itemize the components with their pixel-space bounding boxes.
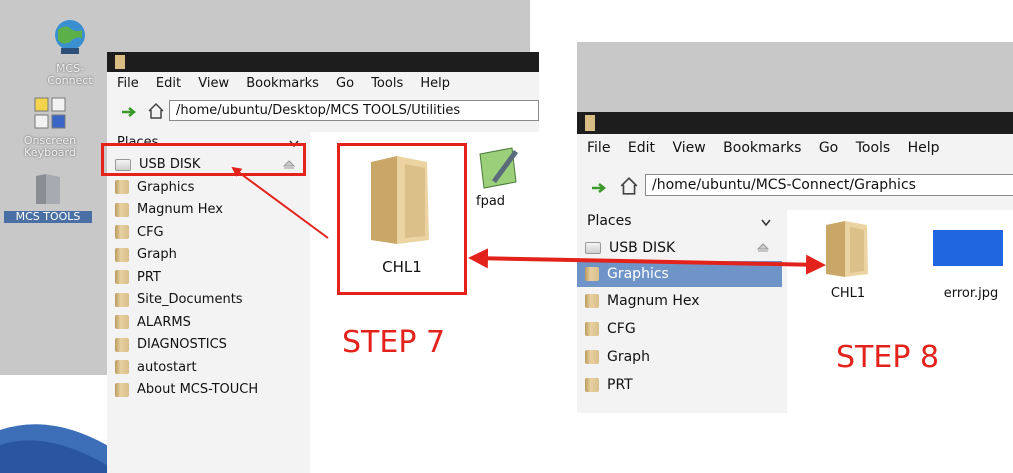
arrow-to-usb-disk	[231, 166, 329, 239]
arrow-chl1-to-chl1	[468, 248, 826, 275]
annotation-arrows	[231, 166, 826, 275]
